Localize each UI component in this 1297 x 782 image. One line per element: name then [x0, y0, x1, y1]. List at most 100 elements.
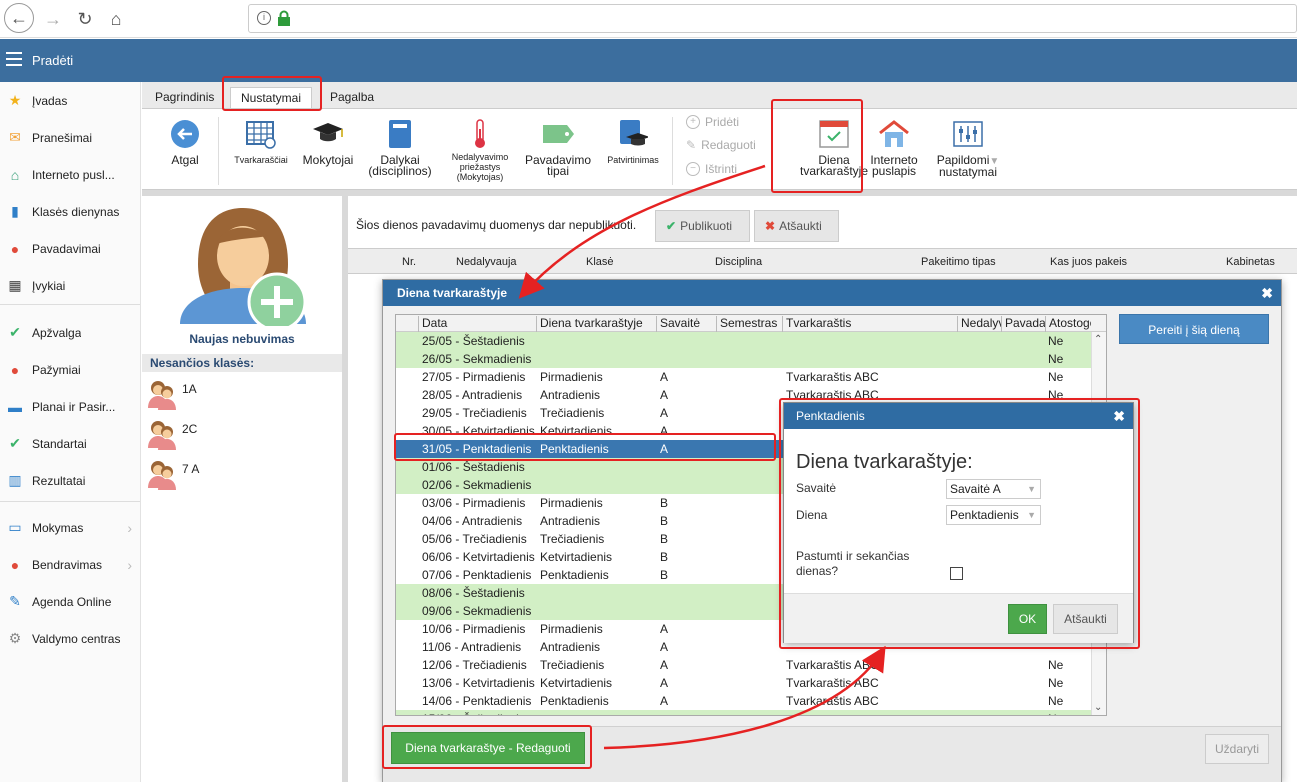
cell-vac: Ne: [1048, 370, 1064, 384]
absent-class-item[interactable]: 2C: [142, 416, 342, 454]
col-day[interactable]: Diena tvarkaraštyje: [536, 316, 656, 332]
sidebar-divider: [0, 304, 140, 305]
info-icon[interactable]: i: [257, 11, 271, 25]
close-icon[interactable]: ✖: [1261, 280, 1273, 306]
cell-vac: Ne: [1048, 352, 1064, 366]
table-row[interactable]: 12/06 - Trečiadienis Trečiadienis A Tvarkar…: [396, 656, 1091, 674]
col-nr[interactable]: Nr.: [402, 256, 416, 268]
table-row[interactable]: 13/06 - Ketvirtadienis Ketvirtadienis A Tva…: [396, 674, 1091, 692]
grade-icon: ●: [10, 361, 20, 378]
dialog-titlebar[interactable]: Diena tvarkaraštyje ✖: [383, 280, 1281, 306]
scroll-down-icon[interactable]: ⌄: [1094, 702, 1102, 713]
cancel-publish-button[interactable]: ✖ Atšaukti: [754, 210, 839, 242]
cell-date: 25/05 - Šeštadienis: [422, 334, 525, 348]
edit-button[interactable]: ✎ Redaguoti: [686, 138, 756, 152]
approval-button[interactable]: Patvirtinimas: [600, 119, 666, 165]
col-replacement[interactable]: Kas juos pakeis: [1050, 256, 1127, 268]
schedules-button[interactable]: Tvarkaraščiai: [230, 119, 292, 165]
publish-bar: Šios dienos pavadavimų duomenys dar nepu…: [348, 204, 1297, 244]
sidebar-item-12[interactable]: ● Bendravimas ›: [0, 546, 140, 583]
sidebar-item-3[interactable]: ▮ Klasės dienynas: [0, 193, 140, 230]
shield-icon: ✔: [9, 435, 21, 451]
cell-schedule: Tvarkaraštis ABC: [786, 694, 879, 708]
sidebar-item-13[interactable]: ✎ Agenda Online: [0, 583, 140, 620]
cell-week: A: [660, 406, 669, 420]
col-room[interactable]: Kabinetas: [1226, 256, 1275, 268]
scroll-up-icon[interactable]: ⌃: [1094, 334, 1102, 345]
sidebar-item-2[interactable]: ⌂ Interneto pusl...: [0, 156, 140, 193]
sidebar-item-5[interactable]: ▦ Įvykiai: [0, 267, 140, 304]
website-button[interactable]: Interneto puslapis: [866, 119, 922, 177]
header-title[interactable]: Pradėti: [32, 53, 73, 68]
cell-week: A: [660, 694, 669, 708]
absent-class-item[interactable]: 7 A: [142, 456, 342, 494]
home-icon[interactable]: ⌂: [103, 6, 129, 32]
cell-day: Pirmadienis: [540, 370, 603, 384]
briefcase-icon: ▬: [8, 398, 22, 415]
absent-class-item[interactable]: 1A: [142, 376, 342, 414]
go-to-day-button[interactable]: Pereiti į šią dieną: [1119, 314, 1269, 344]
forward-icon[interactable]: →: [40, 6, 66, 32]
col-discipline[interactable]: Disciplina: [715, 256, 762, 268]
cell-date: 29/05 - Trečiadienis: [422, 406, 527, 420]
substitution-types-button[interactable]: Pavadavimo tipai: [522, 119, 594, 177]
reload-icon[interactable]: ↻: [72, 6, 98, 32]
table-row[interactable]: 15/06 - Šeštadienis Ne: [396, 710, 1091, 715]
add-button[interactable]: + Pridėti: [686, 115, 739, 129]
cell-vac: Ne: [1048, 676, 1064, 690]
delete-button[interactable]: − Ištrinti: [686, 162, 737, 176]
col-date[interactable]: Data: [418, 316, 536, 332]
table-row[interactable]: 27/05 - Pirmadienis Pirmadienis A Tvarkaraš…: [396, 368, 1091, 386]
col-change-type[interactable]: Pakeitimo tipas: [921, 256, 996, 268]
sidebar-item-0[interactable]: ★ Įvadas: [0, 82, 140, 119]
cell-day: Ketvirtadienis: [540, 676, 613, 690]
back-icon[interactable]: ←: [4, 3, 34, 33]
hamburger-menu-icon[interactable]: [6, 52, 22, 66]
col-class[interactable]: Klasė: [586, 256, 614, 268]
annotation-box-modal: [779, 398, 1140, 649]
book-icon: ▮: [11, 203, 19, 219]
user-swap-icon: ●: [10, 240, 20, 257]
col-semester[interactable]: Semestras: [716, 316, 782, 332]
cell-day: Ketvirtadienis: [540, 550, 613, 564]
sidebar-item-9[interactable]: ✔ Standartai: [0, 425, 140, 462]
teachers-button[interactable]: Mokytojai: [300, 119, 356, 166]
sidebar-item-label: Pranešimai: [32, 130, 93, 145]
sidebar-item-14[interactable]: ⚙ Valdymo centras: [0, 620, 140, 657]
sidebar-item-7[interactable]: ● Pažymiai: [0, 351, 140, 388]
col-week[interactable]: Savaitė: [656, 316, 716, 332]
col-schedule[interactable]: Tvarkaraštis: [782, 316, 957, 332]
sidebar-item-6[interactable]: ✔ Apžvalga: [0, 314, 140, 351]
new-absence-button[interactable]: Naujas nebuvimas: [142, 196, 342, 350]
address-bar[interactable]: i: [248, 4, 1297, 33]
sidebar-item-11[interactable]: ▭ Mokymas ›: [0, 509, 140, 546]
col-vacation[interactable]: Atostogos: [1045, 316, 1091, 332]
subjects-button[interactable]: Dalykai (disciplinos): [364, 119, 436, 177]
sidebar-item-10[interactable]: ▥ Rezultatai: [0, 462, 140, 499]
cell-week: A: [660, 622, 669, 636]
left-panel: Naujas nebuvimas Nesančios klasės: 1A 2C 7…: [142, 196, 342, 782]
back-button[interactable]: Atgal: [160, 119, 210, 166]
col-substitutions[interactable]: Pavadavimai: [1001, 316, 1045, 332]
tab-pagalba[interactable]: Pagalba: [320, 87, 384, 109]
tab-pagrindinis[interactable]: Pagrindinis: [145, 87, 224, 109]
close-button[interactable]: Uždaryti: [1205, 734, 1269, 764]
tag-icon: [543, 125, 574, 143]
table-row[interactable]: 26/05 - Sekmadienis Ne: [396, 350, 1091, 368]
cell-day: Trečiadienis: [540, 406, 605, 420]
col-absent[interactable]: Nedalyvauja: [456, 256, 517, 268]
absence-reasons-button[interactable]: Nedalyvavimo priežastys (Mokytojas): [442, 119, 518, 182]
house-icon: ⌂: [10, 166, 20, 183]
class-label: 1A: [182, 382, 197, 396]
extra-settings-button[interactable]: Papildomi▼ nustatymai: [930, 119, 1006, 178]
col-absent[interactable]: Nedalyvauja: [957, 316, 1001, 332]
publish-button[interactable]: ✔ Publikuoti: [655, 210, 750, 242]
table-row[interactable]: 25/05 - Šeštadienis Ne: [396, 332, 1091, 350]
table-row[interactable]: 14/06 - Penktadienis Penktadienis A Tvarkar…: [396, 692, 1091, 710]
sidebar-item-label: Klasės dienynas: [32, 204, 120, 219]
sidebar: ★ Įvadas ✉ Pranešimai ⌂ Interneto pusl... ▮ Kla…: [0, 82, 141, 782]
sidebar-item-8[interactable]: ▬ Planai ir Pasir...: [0, 388, 140, 425]
sidebar-item-4[interactable]: ● Pavadavimai: [0, 230, 140, 267]
extra-settings-label-2: nustatymai: [938, 165, 998, 179]
sidebar-item-1[interactable]: ✉ Pranešimai: [0, 119, 140, 156]
